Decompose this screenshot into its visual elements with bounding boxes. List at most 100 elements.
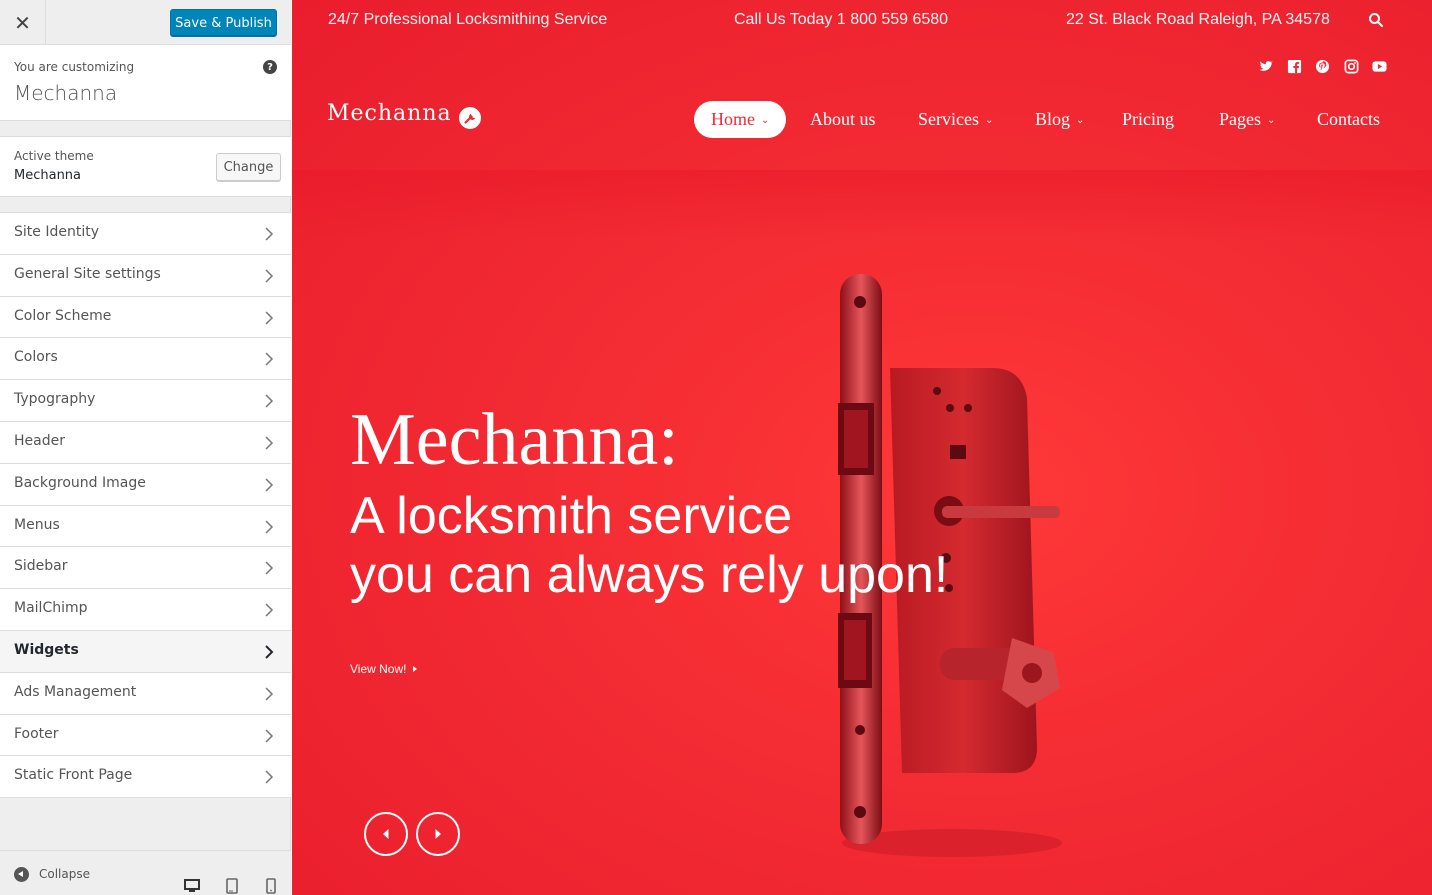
arrow-left-icon — [383, 829, 389, 839]
collapse-button[interactable]: Collapse — [39, 867, 90, 881]
arrow-right-icon — [435, 829, 441, 839]
chevron-down-icon: ⌄ — [1076, 115, 1085, 126]
mobile-icon[interactable] — [263, 878, 279, 894]
slider-next-button[interactable] — [416, 812, 460, 856]
nav-about-label: About us — [810, 109, 876, 129]
customizer-section-ads-management[interactable]: Ads Management — [0, 672, 291, 715]
section-label: Colors — [14, 349, 58, 366]
customizer-info: You are customizing Mechanna ? — [0, 45, 291, 121]
nav-contacts-label: Contacts — [1317, 109, 1380, 129]
hero-subtitle-line-1: A locksmith service — [350, 487, 793, 545]
section-label: Ads Management — [14, 683, 137, 700]
site-preview: 24/7 Professional Locksmithing Service C… — [292, 0, 1432, 895]
chevron-right-icon — [265, 687, 274, 701]
chevron-right-icon — [265, 520, 274, 534]
top-phone: Call Us Today 1 800 559 6580 — [734, 11, 949, 28]
instagram-icon[interactable] — [1344, 59, 1359, 74]
customizer-section-header[interactable]: Header — [0, 421, 291, 464]
desktop-icon[interactable] — [184, 878, 200, 894]
chevron-right-icon — [265, 227, 274, 241]
slider-prev-button[interactable] — [364, 812, 408, 856]
nav-services[interactable]: Services ⌄ — [918, 101, 993, 138]
nav-pages-label: Pages — [1219, 109, 1261, 129]
customizer-section-site-identity[interactable]: Site Identity — [0, 213, 291, 255]
chevron-right-icon — [265, 269, 274, 283]
collapse-icon[interactable] — [14, 867, 29, 882]
chevron-right-icon — [265, 436, 274, 450]
section-label: General Site settings — [14, 265, 161, 282]
customizer-section-color-scheme[interactable]: Color Scheme — [0, 296, 291, 339]
customizer-header: ✕ Save & Publish — [0, 0, 291, 45]
chevron-right-icon — [265, 603, 274, 617]
chevron-right-icon — [265, 352, 274, 366]
section-label: Background Image — [14, 474, 146, 491]
nav-home-label: Home — [711, 109, 755, 129]
twitter-icon[interactable] — [1258, 59, 1273, 74]
customizer-sections: Site Identity General Site settings Color … — [0, 212, 291, 799]
save-publish-button[interactable]: Save & Publish — [170, 9, 277, 37]
chevron-down-icon: ⌄ — [1267, 115, 1276, 126]
top-address: 22 St. Black Road Raleigh, PA 34578 — [1066, 11, 1330, 28]
site-logo[interactable]: Mechanna — [327, 101, 452, 126]
nav-about[interactable]: About us — [810, 101, 876, 138]
top-tagline: 24/7 Professional Locksmithing Service — [328, 11, 608, 28]
chevron-down-icon: ⌄ — [984, 115, 994, 126]
section-label: Footer — [14, 725, 59, 742]
view-now-link[interactable]: View Now! — [350, 662, 418, 676]
customizer-section-colors[interactable]: Colors — [0, 338, 291, 381]
customizer-section-background-image[interactable]: Background Image — [0, 463, 291, 506]
customizer-section-general-site-settings[interactable]: General Site settings — [0, 254, 291, 297]
chevron-right-icon — [265, 770, 274, 784]
section-label: MailChimp — [14, 600, 88, 617]
customizer-section-typography[interactable]: Typography — [0, 380, 291, 422]
nav-pricing-label: Pricing — [1122, 109, 1174, 129]
section-label: Sidebar — [14, 558, 68, 575]
chevron-right-icon — [265, 561, 274, 575]
customizer-footer: Collapse — [0, 850, 291, 895]
facebook-icon[interactable] — [1287, 59, 1302, 74]
section-label: Site Identity — [14, 224, 99, 240]
customizer-section-static-front-page[interactable]: Static Front Page — [0, 756, 291, 799]
chevron-right-icon — [265, 645, 274, 659]
section-label: Header — [14, 432, 65, 449]
section-label: Color Scheme — [14, 307, 112, 324]
nav-services-label: Services — [918, 109, 979, 129]
close-icon[interactable]: ✕ — [0, 0, 46, 45]
active-theme-label: Active theme — [14, 149, 94, 163]
customizer-section-mailchimp[interactable]: MailChimp — [0, 589, 291, 631]
customizer-section-footer[interactable]: Footer — [0, 714, 291, 757]
customizing-label: You are customizing — [14, 60, 135, 74]
tablet-icon[interactable] — [224, 878, 240, 894]
chevron-down-icon: ⌄ — [761, 115, 770, 126]
change-theme-button[interactable]: Change — [216, 153, 281, 181]
chevron-right-icon — [265, 311, 274, 325]
nav-blog[interactable]: Blog ⌄ — [1035, 101, 1084, 138]
nav-pricing[interactable]: Pricing — [1122, 101, 1174, 138]
section-label: Widgets — [14, 641, 79, 658]
section-label: Typography — [14, 391, 96, 408]
chevron-right-icon — [265, 729, 274, 743]
nav-blog-label: Blog — [1035, 109, 1071, 129]
active-theme-panel: Active theme Mechanna Change — [0, 136, 291, 197]
help-icon[interactable]: ? — [263, 60, 277, 74]
wrench-logo-icon[interactable] — [459, 107, 481, 129]
nav-home[interactable]: Home ⌄ — [694, 101, 787, 138]
hero-subtitle-line-2: you can always rely upon! — [350, 546, 949, 604]
pinterest-icon[interactable] — [1315, 59, 1330, 74]
customizer-section-sidebar[interactable]: Sidebar — [0, 547, 291, 590]
section-label: Static Front Page — [14, 767, 133, 784]
search-icon[interactable] — [1368, 12, 1384, 28]
hero-gradient — [292, 170, 1432, 240]
arrow-right-icon — [413, 666, 418, 672]
nav-pages[interactable]: Pages ⌄ — [1219, 101, 1275, 138]
customizing-site-name: Mechanna — [14, 81, 118, 105]
customizer-section-widgets[interactable]: Widgets — [0, 630, 291, 673]
active-theme-name: Mechanna — [14, 168, 82, 183]
nav-contacts[interactable]: Contacts — [1317, 101, 1380, 138]
youtube-icon[interactable] — [1372, 59, 1387, 74]
hero-title: Mechanna: — [350, 399, 679, 481]
chevron-right-icon — [265, 394, 274, 408]
customizer-panel: ✕ Save & Publish You are customizing Mec… — [0, 0, 291, 895]
view-now-label: View Now! — [350, 662, 407, 676]
customizer-section-menus[interactable]: Menus — [0, 505, 291, 548]
